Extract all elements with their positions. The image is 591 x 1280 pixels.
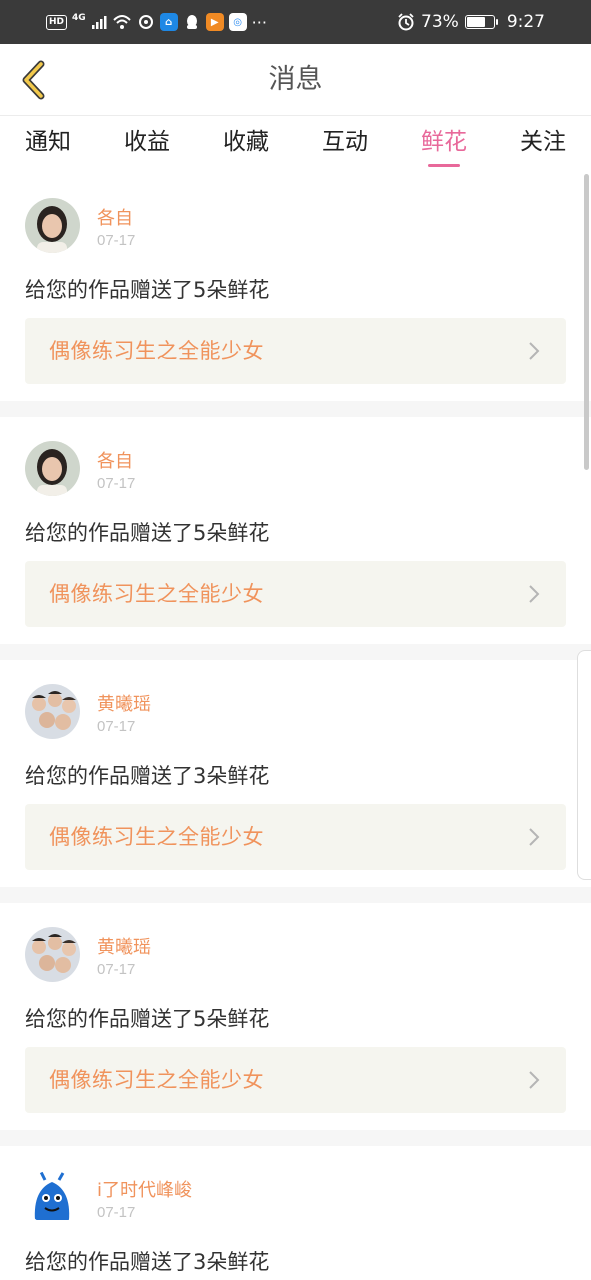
qq-icon — [186, 15, 197, 29]
work-link[interactable]: 偶像练习生之全能少女 — [25, 561, 566, 627]
battery-percent: 73% — [421, 12, 459, 32]
tab-label: 收藏 — [223, 129, 269, 155]
tab-label: 互动 — [322, 129, 368, 155]
video-app-icon: ▶ — [205, 13, 224, 31]
work-title: 偶像练习生之全能少女 — [49, 825, 264, 849]
avatar[interactable] — [25, 441, 80, 496]
tab-flowers[interactable]: 鲜花 — [404, 116, 484, 174]
list-item: 各自 07-17 给您的作品赠送了5朵鲜花 偶像练习生之全能少女 — [0, 174, 591, 401]
avatar[interactable] — [25, 684, 80, 739]
blue-cartoon-avatar — [25, 1170, 80, 1225]
divider — [0, 1130, 591, 1146]
chevron-right-icon — [529, 828, 540, 846]
tab-interactions[interactable]: 互动 — [305, 116, 385, 174]
girl-portrait-avatar — [25, 198, 80, 253]
message-date: 07-17 — [97, 961, 136, 978]
tab-label: 收益 — [124, 129, 170, 155]
signal-icon — [91, 16, 107, 29]
tab-earnings[interactable]: 收益 — [107, 116, 187, 174]
message-text: 给您的作品赠送了5朵鲜花 — [25, 521, 270, 545]
active-tab-indicator — [428, 164, 460, 167]
message-text: 给您的作品赠送了3朵鲜花 — [25, 764, 270, 788]
avatar[interactable] — [25, 1170, 80, 1225]
app-notification-icon: ⌂ — [159, 13, 178, 31]
browser-app-icon: ◎ — [228, 13, 247, 31]
username[interactable]: 黄曦瑶 — [97, 933, 151, 959]
edge-panel-handle[interactable] — [577, 650, 591, 880]
list-item: i了时代峰峻 07-17 给您的作品赠送了3朵鲜花 — [0, 1146, 591, 1280]
username[interactable]: 黄曦瑶 — [97, 690, 151, 716]
tab-bar: 通知 收益 收藏 互动 鲜花 关注 — [0, 116, 591, 174]
sync-icon — [138, 15, 153, 29]
tab-notifications[interactable]: 通知 — [8, 116, 88, 174]
alarm-icon — [398, 13, 414, 31]
group-photo-avatar — [25, 927, 80, 982]
tab-label: 关注 — [520, 129, 566, 155]
message-text: 给您的作品赠送了5朵鲜花 — [25, 1007, 270, 1031]
chevron-right-icon — [529, 1071, 540, 1089]
group-photo-avatar — [25, 684, 80, 739]
message-date: 07-17 — [97, 475, 136, 492]
divider — [0, 887, 591, 903]
list-item: 各自 07-17 给您的作品赠送了5朵鲜花 偶像练习生之全能少女 — [0, 417, 591, 644]
message-text: 给您的作品赠送了3朵鲜花 — [25, 1250, 270, 1274]
work-link[interactable]: 偶像练习生之全能少女 — [25, 1047, 566, 1113]
chevron-right-icon — [529, 342, 540, 360]
username[interactable]: i了时代峰峻 — [97, 1176, 192, 1202]
divider — [0, 401, 591, 417]
divider — [0, 644, 591, 660]
tab-follows[interactable]: 关注 — [503, 116, 583, 174]
wifi-icon — [112, 15, 131, 29]
message-date: 07-17 — [97, 1204, 136, 1221]
work-title: 偶像练习生之全能少女 — [49, 339, 264, 363]
scrollbar[interactable] — [584, 174, 589, 470]
app-header: 消息 — [0, 44, 591, 116]
avatar[interactable] — [25, 198, 80, 253]
more-notifications-icon: ··· — [251, 12, 267, 32]
tab-label: 鲜花 — [421, 129, 467, 155]
page-title: 消息 — [268, 64, 323, 95]
message-text: 给您的作品赠送了5朵鲜花 — [25, 278, 270, 302]
network-type: 4G — [72, 13, 86, 23]
work-title: 偶像练习生之全能少女 — [49, 582, 264, 606]
avatar[interactable] — [25, 927, 80, 982]
battery-icon — [464, 15, 498, 29]
status-right-icons: 73% 9:27 — [397, 10, 545, 34]
work-link[interactable]: 偶像练习生之全能少女 — [25, 318, 566, 384]
list-item: 黄曦瑶 07-17 给您的作品赠送了5朵鲜花 偶像练习生之全能少女 — [0, 903, 591, 1130]
work-title: 偶像练习生之全能少女 — [49, 1068, 264, 1092]
username[interactable]: 各自 — [97, 204, 133, 230]
girl-portrait-avatar — [25, 441, 80, 496]
list-item: 黄曦瑶 07-17 给您的作品赠送了3朵鲜花 偶像练习生之全能少女 — [0, 660, 591, 887]
hd-badge: HD — [46, 14, 68, 30]
tab-label: 通知 — [25, 129, 71, 155]
status-left-icons: HD 4G ⌂ ▶ ◎ ··· — [46, 10, 267, 34]
username[interactable]: 各自 — [97, 447, 133, 473]
tab-favorites[interactable]: 收藏 — [206, 116, 286, 174]
message-date: 07-17 — [97, 718, 136, 735]
chevron-right-icon — [529, 585, 540, 603]
work-link[interactable]: 偶像练习生之全能少女 — [25, 804, 566, 870]
message-date: 07-17 — [97, 232, 136, 249]
clock: 9:27 — [506, 12, 545, 32]
status-bar: HD 4G ⌂ ▶ ◎ ··· 73% 9:27 — [0, 0, 591, 44]
